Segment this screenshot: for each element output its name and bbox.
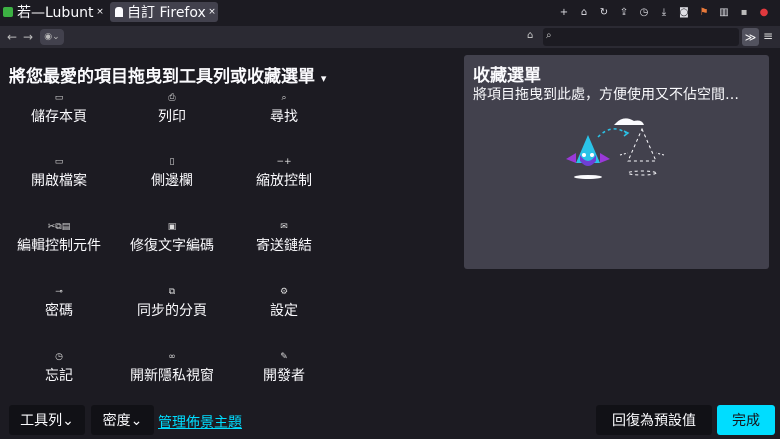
flag-icon[interactable]: ⚑ [694,4,714,20]
screenshot-icon[interactable]: ◙ [674,4,694,20]
restore-defaults-button[interactable]: 回復為預設值 [596,405,712,435]
close-tab-icon[interactable]: × [94,7,106,17]
item-label: 開發者 [263,368,305,384]
sidebar-icon: ▯ [169,157,175,167]
upload-icon[interactable]: ⇪ [614,4,634,20]
plus-icon[interactable]: + [554,4,574,20]
toolbar-icons: + ⌂ ↻ ⇪ ◷ ⤓ ◙ ⚑ ▥ ▪ ● [554,4,774,20]
item-label: 修復文字編碼 [130,238,214,254]
palette-item-synced-tabs[interactable]: ⧉ 同步的分頁 [117,286,227,320]
palette-item-send-link[interactable]: ✉ 寄送鏈結 [229,221,339,255]
clock-icon[interactable]: ◷ [634,4,654,20]
item-label: 側邊欄 [151,173,193,189]
close-tab-icon[interactable]: × [206,7,218,17]
reload-icon[interactable]: ↻ [594,4,614,20]
edit-controls-icon: ✂⧉▤ [47,222,71,232]
print-icon: ⎙ [168,93,176,103]
ext-icon[interactable]: ▥ [714,4,734,20]
addon-icon[interactable]: ▪ [734,4,754,20]
back-icon[interactable]: ← [4,29,20,45]
forward-icon[interactable]: → [20,29,36,45]
tab-title: 若—Lubunt [17,5,94,21]
done-button[interactable]: 完成 [717,405,775,435]
panel-title: 收藏選單 [473,66,541,86]
customize-heading: 將您最愛的項目拖曳到工具列或收藏選單 ▾ [9,62,326,87]
folder-icon: ▭ [54,157,64,167]
item-label: 寄送鏈結 [256,238,312,254]
palette-item-sidebar[interactable]: ▯ 側邊欄 [117,156,227,190]
palette-item-settings[interactable]: ⚙ 設定 [229,286,339,320]
search-icon: ⌕ [546,30,552,41]
puzzle-favicon-icon [115,7,123,17]
palette-item-print[interactable]: ⎙ 列印 [117,92,227,126]
palette-item-edit-controls[interactable]: ✂⧉▤ 編輯控制元件 [4,221,114,255]
panel-description: 將項目拖曳到此處，方便使用又不佔空間… [473,87,739,103]
identity-icon[interactable]: ◉⌄ [40,29,64,45]
item-label: 尋找 [270,109,298,125]
item-label: 列印 [158,109,186,125]
private-mask-icon: ∞ [168,352,176,362]
item-label: 編輯控制元件 [17,238,101,254]
terminal-favicon-icon [3,7,13,17]
wrench-icon: ✎ [280,352,288,362]
history-icon: ◷ [55,352,63,362]
item-label: 開新隱私視窗 [130,368,214,384]
manage-themes-link[interactable]: 管理佈景主題 [158,412,242,432]
item-label: 設定 [270,303,298,319]
home-icon[interactable]: ⌂ [574,4,594,20]
tab-customize-firefox[interactable]: 自訂 Firefox × [110,2,218,22]
density-dropdown-button[interactable]: 密度⌄ [91,405,154,435]
overflow-illustration-icon [566,118,665,179]
item-label: 儲存本頁 [31,109,87,125]
overflow-menu-button[interactable]: ≫ [742,28,759,46]
item-label: 同步的分頁 [137,303,207,319]
search-icon: ⌕ [281,93,287,103]
folder-icon: ▭ [54,93,64,103]
item-label: 開啟檔案 [31,173,87,189]
item-label: 忘記 [45,368,73,384]
palette-item-zoom[interactable]: −+ 縮放控制 [229,156,339,190]
tab-strip: 若—Lubunt × 自訂 Firefox × + ⌂ ↻ ⇪ ◷ ⤓ ◙ ⚑ … [0,0,780,24]
overflow-panel: 收藏選單 將項目拖曳到此處，方便使用又不佔空間… [464,55,769,269]
red-icon[interactable]: ● [754,4,774,20]
drop-icon: ▾ [320,72,327,85]
palette-item-passwords[interactable]: ⊸ 密碼 [4,286,114,320]
palette-item-forget[interactable]: ◷ 忘記 [4,351,114,385]
item-label: 縮放控制 [256,173,312,189]
mail-icon: ✉ [280,222,288,232]
palette-item-developer[interactable]: ✎ 開發者 [229,351,339,385]
palette-item-find[interactable]: ⌕ 尋找 [229,92,339,126]
key-icon: ⊸ [55,287,63,297]
tab-title: 自訂 Firefox [127,5,206,21]
palette-item-open-file[interactable]: ▭ 開啟檔案 [4,156,114,190]
heading-text: 將您最愛的項目拖曳到工具列或收藏選單 [9,67,315,87]
hamburger-menu-icon[interactable]: ≡ [763,29,773,43]
download-icon[interactable]: ⤓ [654,4,674,20]
search-input[interactable]: ⌕ [543,28,739,46]
synced-tabs-icon: ⧉ [168,287,176,297]
tab-terminal[interactable]: 若—Lubunt × [0,2,106,22]
palette-item-save-page[interactable]: ▭ 儲存本頁 [4,92,114,126]
item-label: 密碼 [45,303,73,319]
encoding-icon: ▣ [167,222,177,232]
toolbars-dropdown-button[interactable]: 工具列⌄ [9,405,85,435]
home-icon[interactable]: ⌂ [527,30,533,41]
zoom-icon: −+ [276,157,292,167]
palette-item-private-window[interactable]: ∞ 開新隱私視窗 [117,351,227,385]
gear-icon: ⚙ [279,287,289,297]
customize-footer: 工具列⌄ 密度⌄ 管理佈景主題 回復為預設值 完成 [0,401,780,439]
palette-item-repair-encoding[interactable]: ▣ 修復文字編碼 [117,221,227,255]
nav-bar: ← → ◉⌄ ⌂ ⌕ ≫ ≡ [0,26,780,48]
